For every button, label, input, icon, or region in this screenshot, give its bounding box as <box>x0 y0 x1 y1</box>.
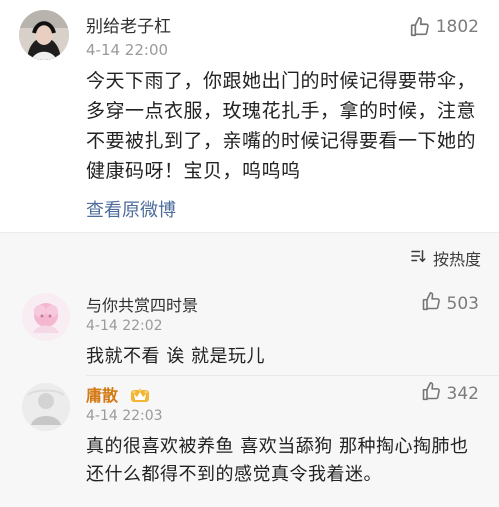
main-comment: 别给老子杠 4-14 22:00 1802 今天下雨了，你跟她出门的时候记得要带… <box>0 0 499 232</box>
timestamp: 4-14 22:02 <box>86 318 163 334</box>
comment-text: 今天下雨了，你跟她出门的时候记得要带伞，多穿一点衣服，玫瑰花扎手，拿的时候，注意… <box>86 70 477 182</box>
vip-badge-icon <box>130 387 150 403</box>
like-count: 1802 <box>435 17 479 37</box>
reply-item: 与你共赏四时景 4-14 22:02 503 我就不看 诶 就是玩儿 <box>0 285 499 375</box>
like-button[interactable]: 503 <box>420 291 479 317</box>
avatar[interactable] <box>22 293 70 341</box>
avatar[interactable] <box>19 10 69 60</box>
sort-button[interactable]: 按热度 <box>409 246 481 270</box>
thumbs-up-icon <box>420 381 441 407</box>
like-count: 503 <box>446 294 479 314</box>
username[interactable]: 与你共赏四时景 <box>86 292 198 316</box>
reply-area: 按热度 与你共赏四时景 4-14 22:02 503 我就不看 诶 就是玩儿 庸… <box>0 232 499 507</box>
username[interactable]: 别给老子杠 <box>86 12 171 37</box>
username-text: 庸散 <box>86 386 119 405</box>
sort-label: 按热度 <box>432 250 481 269</box>
thumbs-up-icon <box>420 291 441 317</box>
divider <box>86 375 499 376</box>
timestamp: 4-14 22:00 <box>86 41 169 59</box>
reply-item: 庸散 4-14 22:03 342 真的很喜欢被养鱼 喜欢当舔狗 那种掏心掏肺也… <box>0 375 499 507</box>
reply-text: 真的很喜欢被养鱼 喜欢当舔狗 那种掏心掏肺也还什么都得不到的感觉真令我着迷。 <box>86 436 469 485</box>
like-button[interactable]: 342 <box>420 381 479 407</box>
reply-text: 我就不看 诶 就是玩儿 <box>86 346 265 367</box>
timestamp: 4-14 22:03 <box>86 408 163 424</box>
sort-icon <box>409 247 427 269</box>
thumbs-up-icon <box>408 16 430 38</box>
view-original-link[interactable]: 查看原微博 <box>86 196 176 222</box>
username[interactable]: 庸散 <box>86 382 150 406</box>
like-count: 342 <box>446 384 479 404</box>
avatar[interactable] <box>22 383 70 431</box>
like-button[interactable]: 1802 <box>408 16 479 38</box>
